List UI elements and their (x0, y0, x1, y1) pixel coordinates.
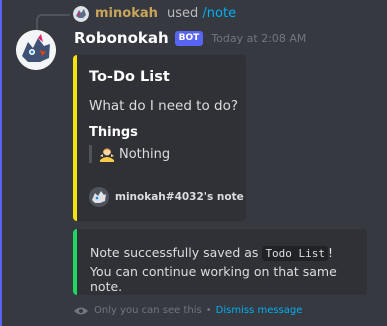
footer-avatar-icon (89, 187, 109, 207)
embed-accent-bar (73, 229, 77, 295)
mention-highlight-bar (0, 0, 2, 326)
embed-accent-bar (73, 55, 77, 221)
embed-title: To-Do List (89, 69, 170, 85)
embed-field-value: Nothing (119, 146, 171, 162)
embed-footer: minokah#4032's note (89, 187, 244, 207)
todo-embed: To-Do List What do I need to do? Things … (73, 55, 246, 221)
ephemeral-separator: • (205, 305, 212, 316)
saved-line-1: Note successfully saved as Todo List! (90, 245, 334, 261)
reply-text: used /note (167, 6, 236, 21)
saved-prefix: Note successfully saved as (90, 245, 259, 260)
timestamp[interactable]: Today at 2:08 AM (211, 32, 306, 45)
dismiss-message-link[interactable]: Dismiss message (216, 305, 303, 316)
saved-embed: Note successfully saved as Todo List! Yo… (73, 229, 367, 295)
reply-avatar[interactable] (73, 6, 89, 22)
embed-description: What do I need to do? (89, 98, 239, 114)
reply-command[interactable]: /note (202, 6, 236, 21)
reply-verb: used (167, 6, 199, 21)
embed-field-quote: Nothing (89, 145, 170, 163)
bot-tag: BOT (174, 30, 204, 46)
embed-footer-text: minokah#4032's note (115, 191, 244, 203)
reply-spine (36, 14, 70, 32)
reply-username[interactable]: minokah (95, 6, 158, 21)
author-name[interactable]: Robonokah (74, 29, 169, 47)
note-name-code: Todo List (262, 246, 329, 261)
message-header: Robonokah BOT Today at 2:08 AM (74, 29, 306, 47)
saved-suffix: ! (328, 245, 334, 260)
ephemeral-notice: Only you can see this • Dismiss message (74, 305, 302, 316)
embed-field-name: Things (89, 125, 138, 140)
person-shrugging-icon (100, 146, 114, 162)
saved-line-2: You can continue working on that same no… (90, 264, 337, 294)
avatar[interactable] (16, 30, 56, 70)
ephemeral-note: Only you can see this (94, 305, 202, 316)
eye-icon (74, 306, 88, 316)
